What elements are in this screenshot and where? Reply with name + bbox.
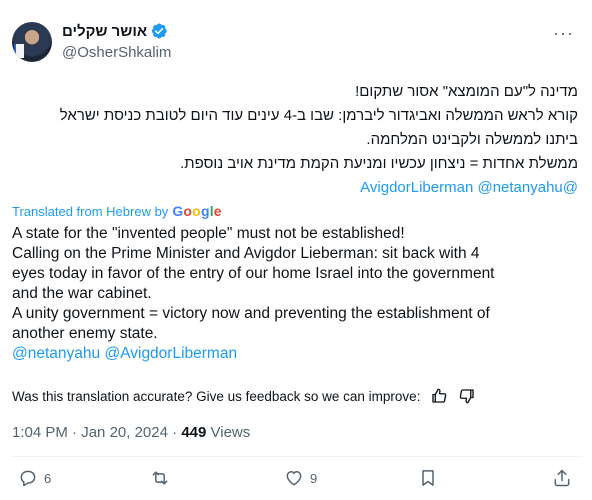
reply-count: 6 xyxy=(44,470,52,486)
translated-text-line: A unity government = victory now and pre… xyxy=(12,305,490,322)
action-bar: 6 9 xyxy=(12,468,582,492)
translation-attribution[interactable]: Translated from Hebrew by Google xyxy=(12,203,222,219)
feedback-question: Was this translation accurate? Give us f… xyxy=(12,388,421,404)
like-count: 9 xyxy=(310,470,318,486)
more-options-icon[interactable]: ··· xyxy=(553,24,574,42)
views-count[interactable]: 449 xyxy=(181,424,206,441)
google-logo: Google xyxy=(172,203,221,219)
tweet-text-line: מדינה ל"עם המומצא" אסור שתקום! xyxy=(355,83,578,100)
share-icon xyxy=(554,469,570,487)
divider xyxy=(12,456,582,457)
translated-text-line: and the war cabinet. xyxy=(12,285,152,302)
google-letter: g xyxy=(200,203,210,219)
bookmark-icon xyxy=(422,470,434,486)
mention-link[interactable]: @AvigdorLiberman xyxy=(104,345,237,362)
flag-icon xyxy=(14,44,24,58)
translation-feedback: Was this translation accurate? Give us f… xyxy=(12,387,476,405)
translated-mentions: @netanyahu @AvigdorLiberman xyxy=(12,344,582,364)
tweet-text-line: ביתנו לממשלה ולקבינט המלחמה. xyxy=(366,131,578,148)
translated-text-line: eyes today in favor of the entry of our … xyxy=(12,265,495,282)
bookmark-button[interactable] xyxy=(418,468,438,488)
meta-separator: · xyxy=(172,424,178,441)
translated-text-line: Calling on the Prime Minister and Avigdo… xyxy=(12,245,480,262)
retweet-icon xyxy=(152,471,168,485)
retweet-button[interactable] xyxy=(150,468,176,488)
avatar[interactable] xyxy=(12,22,52,62)
google-letter: e xyxy=(213,203,222,219)
thumbs-down-icon[interactable] xyxy=(458,387,476,405)
translated-text-line: another enemy state. xyxy=(12,325,158,342)
heart-icon xyxy=(286,471,302,486)
meta-separator: · xyxy=(72,424,78,441)
translation-label: Translated from Hebrew by xyxy=(12,203,169,219)
tweet-text-line: ממשלת אחדות = ניצחון עכשיו ומניעת הקמת מ… xyxy=(180,155,578,172)
tweet-mentions: @AvigdorLiberman @netanyahu xyxy=(12,176,578,200)
verified-badge-icon xyxy=(151,23,167,39)
thumbs-up-icon[interactable] xyxy=(430,387,448,405)
google-letter: o xyxy=(183,203,193,219)
share-button[interactable] xyxy=(552,468,572,488)
reply-button[interactable]: 6 xyxy=(18,468,51,488)
mention-link[interactable]: @netanyahu xyxy=(12,345,100,362)
tweet-meta: 1:04 PM · Jan 20, 2024 · 449 Views xyxy=(12,424,250,441)
translated-text-line: A state for the "invented people" must n… xyxy=(12,225,405,242)
author-handle[interactable]: @OsherShkalim xyxy=(62,44,171,61)
author-display-name-row[interactable]: אושר שקלים xyxy=(62,22,171,40)
tweet-header: אושר שקלים @OsherShkalim ··· xyxy=(12,14,582,66)
tweet-time[interactable]: 1:04 PM xyxy=(12,424,68,441)
author-names: אושר שקלים @OsherShkalim xyxy=(62,22,171,62)
mention-link[interactable]: @netanyahu xyxy=(477,179,562,196)
reply-icon xyxy=(20,470,36,487)
views-label: Views xyxy=(210,424,251,441)
author-display-name[interactable]: אושר שקלים xyxy=(62,23,147,40)
like-button[interactable]: 9 xyxy=(284,468,317,488)
google-letter: G xyxy=(172,203,184,219)
tweet-date[interactable]: Jan 20, 2024 xyxy=(81,424,168,441)
tweet-text-line: קורא לראש הממשלה ואביגדור ליברמן: שבו ב-… xyxy=(59,107,578,124)
google-letter: o xyxy=(192,203,201,219)
